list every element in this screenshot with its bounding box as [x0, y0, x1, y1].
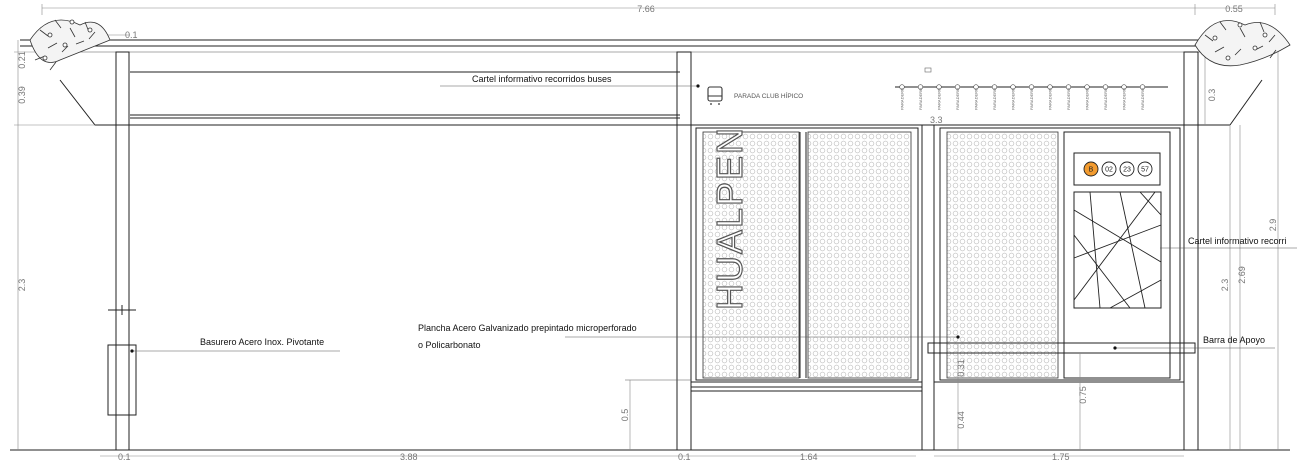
route-badge-label: 23 — [1123, 167, 1131, 174]
label-right-sign: Cartel informativo recorri — [1188, 236, 1287, 246]
dim-right-top: 0.3 — [1207, 89, 1217, 102]
label-panel-line1: Plancha Acero Galvanizado prepintado mic… — [418, 323, 637, 333]
dim-bar-c: 0.75 — [1078, 386, 1088, 404]
route-badges: B 02 23 57 — [1083, 161, 1153, 177]
route-badge-label: 57 — [1141, 167, 1149, 174]
stop-list-item: PARADERO — [1103, 88, 1108, 110]
plant-right-icon — [1194, 20, 1291, 67]
route-badge-label: 02 — [1105, 167, 1113, 174]
dim-right-inner: 2.69 — [1237, 266, 1247, 284]
dim-bar-b: 0.44 — [956, 411, 966, 429]
dim-bot-a: 0.1 — [118, 452, 131, 461]
dim-top-left-post: 0.1 — [125, 30, 138, 40]
dim-left-height: 2.3 — [17, 279, 27, 292]
dim-top-total: 7.66 — [637, 4, 655, 14]
stop-list-item: PARADERO — [1011, 88, 1016, 110]
dim-left-top-b: 0.39 — [17, 86, 27, 104]
roof — [20, 39, 1285, 126]
stop-list-item: PARADERO — [1029, 88, 1034, 110]
dim-right-height: 2.3 — [1220, 279, 1230, 292]
dim-bot-d: 1.64 — [800, 452, 818, 461]
label-bar: Barra de Apoyo — [1203, 335, 1265, 345]
stop-list-item: PARADERO — [1140, 88, 1145, 110]
top-sign-callout: Cartel informativo recorridos buses — [440, 74, 700, 88]
route-map — [1073, 191, 1162, 309]
info-box: B 02 23 57 — [1063, 131, 1171, 379]
bus-shelter-elevation: 7.66 0.55 0.1 0.21 0.39 2.3 Basurero Ace… — [10, 4, 1297, 461]
trash-bin — [107, 305, 137, 416]
dim-roof-mid: 3.3 — [930, 115, 943, 125]
brand-text: HUALPEN — [709, 126, 750, 310]
dim-bot-e: 1.75 — [1052, 452, 1070, 461]
label-panel-line2: o Policarbonato — [418, 340, 481, 350]
stop-list-item: PARADERO — [1048, 88, 1053, 110]
bus-icon — [707, 86, 723, 105]
bench: 0.5 — [620, 379, 923, 450]
stop-list-item: PARADERO — [918, 88, 923, 110]
stop-list-item: PARADERO — [937, 88, 942, 110]
plant-left-icon — [29, 19, 111, 71]
stop-list-item: PARADERO — [992, 88, 997, 110]
left-dimensions: 0.21 0.39 2.3 — [14, 40, 95, 450]
bottom-dimensions: 0.1 3.88 0.1 1.64 1.75 — [100, 452, 1184, 461]
right-sign-callout: Cartel informativo recorri — [1160, 236, 1297, 249]
stop-sign: PARADA CLUB HÍPICO — [707, 86, 803, 105]
dim-left-top-a: 0.21 — [17, 51, 27, 69]
stop-list-item: PARADERO — [1122, 88, 1127, 110]
dim-bot-b: 3.88 — [400, 452, 418, 461]
route-badge-label: B — [1089, 167, 1094, 174]
dim-bot-c: 0.1 — [678, 452, 691, 461]
stop-list-item: PARADERO — [1085, 88, 1090, 110]
dim-top-right: 0.55 — [1225, 4, 1243, 14]
perforated-panels — [702, 131, 1059, 379]
top-dimension: 7.66 0.55 0.1 — [41, 4, 1276, 40]
stop-list: PARADERO PARADERO PARADERO PARADERO PARADERO… — [895, 67, 1168, 110]
dim-right-total: 2.9 — [1268, 219, 1278, 232]
dim-bench-height: 0.5 — [620, 409, 630, 422]
stop-list-item: PARADERO — [974, 88, 979, 110]
label-top-sign: Cartel informativo recorridos buses — [472, 74, 612, 84]
stop-list-item: PARADERO — [900, 88, 905, 110]
label-bin: Basurero Acero Inox. Pivotante — [200, 337, 324, 347]
bin-callout: Basurero Acero Inox. Pivotante — [130, 337, 340, 353]
stop-list-item: PARADERO — [1066, 88, 1071, 110]
dim-bar-a: 0.31 — [956, 359, 966, 377]
stop-name: PARADA CLUB HÍPICO — [734, 91, 803, 100]
stop-list-item: PARADERO — [955, 88, 960, 110]
